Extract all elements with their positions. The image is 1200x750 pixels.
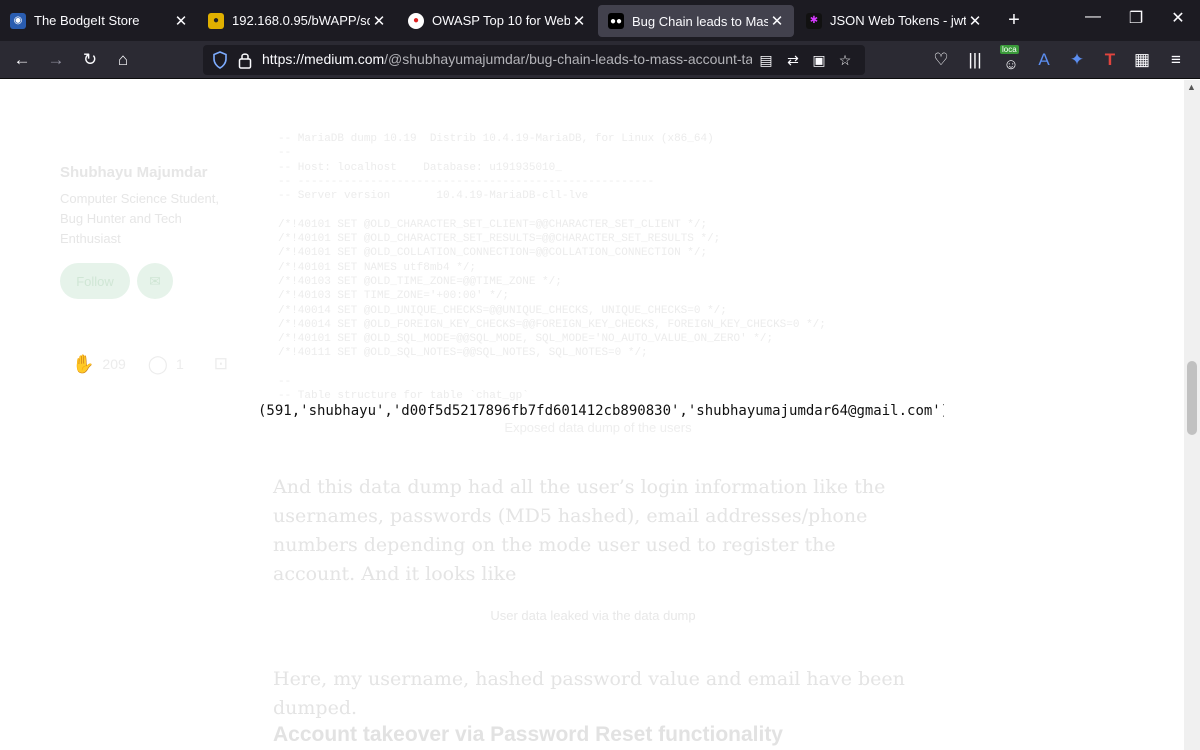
follow-button[interactable]: Follow	[60, 263, 130, 299]
owasp-icon: ●	[408, 12, 424, 29]
globe-icon: ◉	[10, 12, 26, 29]
face-icon: ☺	[1003, 55, 1019, 73]
extensions-grid-icon[interactable]: ▦	[1129, 47, 1155, 73]
translate-extension-icon[interactable]: A	[1031, 47, 1057, 73]
tracking-protection-shield-icon[interactable]	[212, 51, 228, 69]
image-caption: User data leaked via the data dump	[490, 608, 696, 623]
window-close-button[interactable]: ✕	[1163, 8, 1193, 28]
code-line: /*!40014 SET @OLD_UNIQUE_CHECKS=@@UNIQUE…	[278, 304, 727, 317]
back-button[interactable]: ←	[9, 47, 35, 73]
engagement-stats: ✋ 209 ◯ 1 ⊡	[72, 352, 236, 376]
tab-jwt[interactable]: ✱ JSON Web Tokens - jwt.io ✕	[796, 0, 992, 41]
section-heading: Account takeover via Password Reset func…	[273, 723, 783, 746]
minimize-button[interactable]: —	[1078, 8, 1108, 26]
ghostery-extension-icon[interactable]: ✦	[1064, 47, 1090, 73]
code-line: /*!40103 SET @OLD_TIME_ZONE=@@TIME_ZONE …	[278, 275, 562, 288]
code-line: --	[278, 376, 292, 389]
close-icon[interactable]: ✕	[768, 12, 786, 30]
tab-title: The BodgeIt Store	[34, 13, 140, 28]
subscribe-mail-icon[interactable]: ✉	[137, 263, 173, 299]
reader-view-icon[interactable]: ▤	[756, 50, 776, 70]
leaked-user-record: (591,'shubhayu','d00f5d5217896fb7fd60141…	[258, 403, 944, 419]
code-line: -- -------------------------------------…	[278, 175, 655, 188]
url-bar[interactable]: https://medium.com/@shubhayumajumdar/bug…	[203, 45, 865, 75]
image-caption: Exposed data dump of the users	[504, 420, 692, 435]
code-line: /*!40101 SET NAMES utf8mb4 */;	[278, 261, 477, 274]
url-path: /@shubhayumajumdar/bug-chain-leads-to-ma…	[384, 51, 752, 67]
tab-title: Bug Chain leads to Mass Acc	[632, 13, 768, 29]
body-paragraph: Here, my username, hashed password value…	[273, 668, 905, 719]
code-line: /*!40101 SET @OLD_CHARACTER_SET_RESULTS=…	[278, 233, 721, 246]
tab-strip: ◉ The BodgeIt Store ✕ ● 192.168.0.95/bWA…	[0, 0, 1200, 41]
code-line: -- Table structure for table `chat_gp`	[278, 390, 529, 403]
body-paragraph: And this data dump had all the user’s lo…	[273, 476, 886, 585]
restore-button[interactable]: ❐	[1121, 8, 1151, 28]
home-button[interactable]: ⌂	[110, 47, 136, 73]
url-host: https://medium.com	[262, 51, 385, 67]
bookmark-star-icon[interactable]: ☆	[835, 50, 855, 70]
comment-icon[interactable]: ◯	[148, 354, 168, 375]
medium-icon: ●●	[608, 13, 624, 29]
loca-badge: loca	[1000, 45, 1019, 54]
qr-code-icon[interactable]: ▣	[809, 50, 829, 70]
code-line: --	[278, 147, 292, 160]
page-scrollbar[interactable]: ▲	[1184, 80, 1200, 750]
clap-icon[interactable]: ✋	[72, 354, 94, 375]
bookmark-icon[interactable]: ⊡	[214, 354, 228, 374]
reload-button[interactable]: ↻	[77, 47, 103, 73]
tab-title: JSON Web Tokens - jwt.io	[830, 13, 966, 28]
author-bio: Computer Science Student, Bug Hunter and…	[60, 191, 219, 246]
code-line: -- MariaDB dump 10.19 Distrib 10.4.19-Ma…	[278, 133, 714, 145]
menu-icon[interactable]: ≡	[1163, 47, 1189, 73]
bee-icon: ●	[208, 12, 224, 29]
tab-medium-active[interactable]: ●● Bug Chain leads to Mass Acc ✕	[598, 5, 794, 37]
scrollbar-thumb[interactable]	[1187, 361, 1197, 435]
code-line: /*!40101 SET @OLD_CHARACTER_SET_CLIENT=@…	[278, 218, 708, 231]
close-icon[interactable]: ✕	[172, 12, 190, 30]
close-icon[interactable]: ✕	[570, 12, 588, 30]
url-text[interactable]: https://medium.com/@shubhayumajumdar/bug…	[262, 51, 752, 67]
scroll-up-arrow-icon[interactable]: ▲	[1187, 82, 1196, 92]
page-content: Shubhayu Majumdar Computer Science Stude…	[0, 80, 1184, 750]
code-line: -- Server version 10.4.19-MariaDB-cll-lv…	[278, 190, 589, 203]
author-name[interactable]: Shubhayu Majumdar	[60, 164, 208, 181]
response-count: 1	[175, 356, 184, 372]
sql-dump-code-block: -- MariaDB dump 10.19 Distrib 10.4.19-Ma…	[278, 132, 918, 404]
close-icon[interactable]: ✕	[370, 12, 388, 30]
new-tab-button[interactable]: +	[1002, 9, 1026, 32]
library-icon[interactable]: |||	[962, 47, 988, 73]
forward-button[interactable]: →	[43, 47, 69, 73]
code-line: /*!40101 SET @OLD_SQL_MODE=@@SQL_MODE, S…	[278, 333, 774, 346]
code-line: /*!40014 SET @OLD_FOREIGN_KEY_CHECKS=@@F…	[278, 318, 826, 331]
close-icon[interactable]: ✕	[966, 12, 984, 30]
jwt-icon: ✱	[806, 12, 822, 29]
tab-title: OWASP Top 10 for Web	[432, 13, 570, 28]
lock-icon[interactable]	[238, 51, 252, 69]
pocket-icon[interactable]: ♡	[928, 47, 954, 73]
t-extension-icon[interactable]: T	[1097, 47, 1123, 73]
tab-bwapp[interactable]: ● 192.168.0.95/bWAPP/sqli_6.ph ✕	[198, 0, 396, 41]
clap-count: 209	[102, 356, 126, 372]
translate-page-icon[interactable]: ⇄	[783, 50, 803, 70]
tab-title: 192.168.0.95/bWAPP/sqli_6.ph	[232, 13, 370, 28]
code-line: -- Host: localhost Database: u191935010_	[278, 161, 562, 174]
code-line: /*!40103 SET TIME_ZONE='+00:00' */;	[278, 290, 510, 303]
tab-owasp[interactable]: ● OWASP Top 10 for Web ✕	[398, 0, 596, 41]
tab-bodgeit-store[interactable]: ◉ The BodgeIt Store ✕	[0, 0, 198, 41]
code-line: /*!40101 SET @OLD_COLLATION_CONNECTION=@…	[278, 247, 708, 260]
extension-loca-icon[interactable]: loca ☺	[998, 45, 1024, 73]
code-line: /*!40111 SET @OLD_SQL_NOTES=@@SQL_NOTES,…	[278, 347, 648, 360]
